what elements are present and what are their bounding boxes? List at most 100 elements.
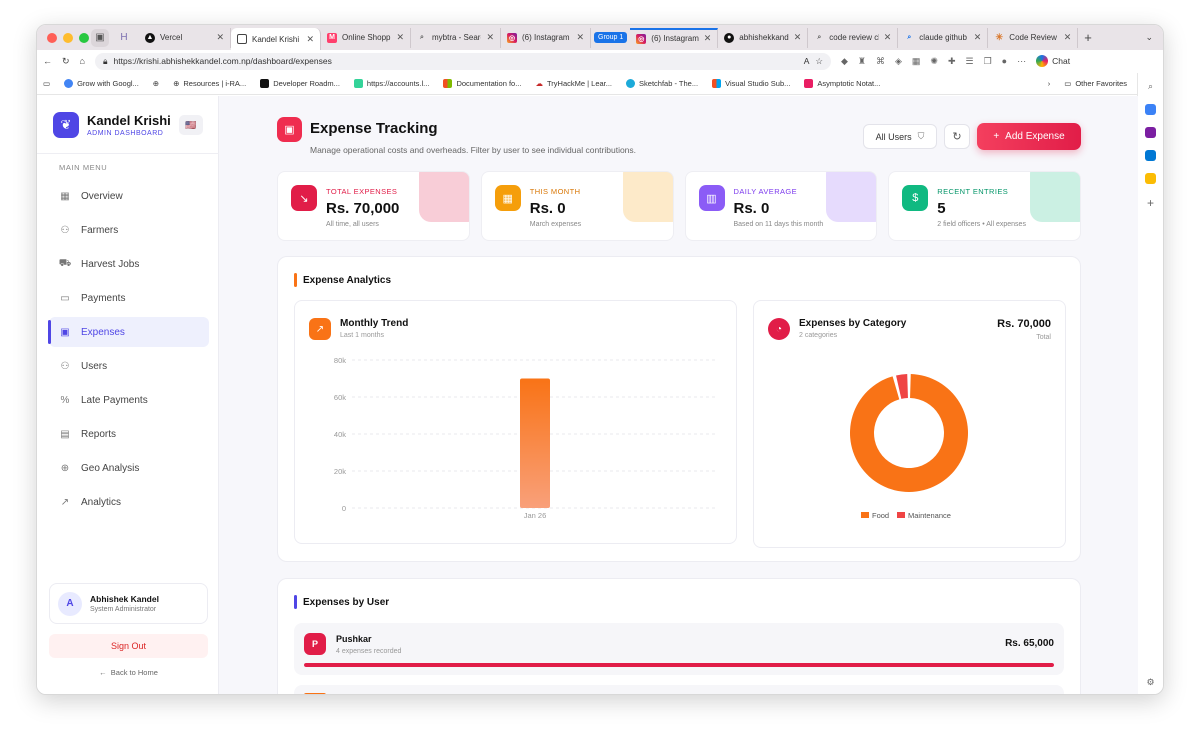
sidebar-item-payments[interactable]: ▭ Payments bbox=[49, 283, 209, 313]
chevron-right-icon[interactable]: › bbox=[1048, 79, 1051, 88]
extension-icon[interactable]: ♜ bbox=[858, 56, 866, 67]
extension-icon[interactable]: ◈ bbox=[895, 56, 902, 67]
home-icon[interactable]: ⌂ bbox=[80, 56, 85, 66]
close-tab-icon[interactable]: ✕ bbox=[216, 32, 224, 43]
outlook-icon[interactable] bbox=[1145, 150, 1156, 161]
close-tab-icon[interactable]: ✕ bbox=[396, 32, 404, 43]
add-expense-button[interactable]: + Add Expense bbox=[977, 123, 1081, 150]
bookmark-label: Grow with Googl... bbox=[77, 79, 139, 88]
user-filter-select[interactable]: All Users ⛉ bbox=[863, 124, 937, 149]
sign-out-button[interactable]: Sign Out bbox=[49, 634, 208, 658]
language-flag-button[interactable]: 🇺🇸 bbox=[179, 115, 203, 135]
tab-code-review[interactable]: ✳ Code Review - ✕ bbox=[988, 27, 1079, 48]
bookmark-item[interactable]: Developer Roadm... bbox=[260, 79, 340, 88]
report-icon: ▤ bbox=[60, 428, 70, 440]
bookmark-item[interactable]: Sketchfab - The... bbox=[626, 79, 698, 88]
tab-online-shopping[interactable]: M Online Shoppin ✕ bbox=[321, 27, 411, 48]
sidebar-item-harvest-jobs[interactable]: ⛟ Harvest Jobs bbox=[49, 249, 209, 279]
page-subtitle: Manage operational costs and overheads. … bbox=[310, 145, 637, 155]
reload-icon[interactable]: ↻ bbox=[62, 56, 70, 67]
other-favorites-folder[interactable]: ▭ Other Favorites bbox=[1064, 79, 1127, 88]
bookmark-label: Other Favorites bbox=[1075, 79, 1127, 88]
globe-icon: ⊕ bbox=[60, 462, 70, 474]
donut-slice[interactable] bbox=[850, 374, 968, 492]
pinned-tab-icon[interactable]: H bbox=[115, 29, 133, 47]
bookmark-item[interactable]: Grow with Googl... bbox=[64, 79, 139, 88]
add-icon[interactable]: + bbox=[1147, 196, 1154, 210]
extension-icon[interactable]: ✺ bbox=[930, 56, 938, 67]
tab-claude-github[interactable]: ⌕ claude github a ✕ bbox=[898, 27, 989, 48]
bookmark-label: Resources | i-RA... bbox=[183, 79, 247, 88]
extensions-puzzle-icon[interactable]: ✚ bbox=[948, 56, 956, 67]
extension-icon[interactable]: ◆ bbox=[841, 56, 848, 67]
close-tab-icon[interactable]: ✕ bbox=[576, 32, 584, 43]
tab-instagram-2[interactable]: ◎ (6) Instagram ✕ bbox=[630, 27, 719, 48]
favorites-icon[interactable]: ☰ bbox=[966, 56, 974, 67]
sidebar-item-users[interactable]: ⚇ Users bbox=[49, 351, 209, 381]
tab-kandel-krishi[interactable]: Kandel Krishi - ✕ bbox=[231, 28, 321, 50]
tab-code-review-search[interactable]: ⌕ code review cla ✕ bbox=[808, 27, 899, 48]
back-home-label: Back to Home bbox=[110, 668, 158, 677]
favorite-star-icon[interactable]: ☆ bbox=[815, 56, 823, 67]
maximize-window-button[interactable] bbox=[79, 32, 89, 43]
sidebar-item-late-payments[interactable]: % Late Payments bbox=[49, 385, 209, 415]
close-tab-icon[interactable]: ✕ bbox=[704, 33, 712, 44]
brand[interactable]: ❦ Kandel Krishi ADMIN DASHBOARD bbox=[53, 112, 171, 138]
back-to-home-link[interactable]: ← Back to Home bbox=[49, 668, 208, 677]
bar[interactable] bbox=[520, 378, 550, 509]
expense-analytics-section: Expense Analytics ↗ Monthly Trend Last 1… bbox=[277, 256, 1081, 562]
tab-instagram[interactable]: ◎ (6) Instagram ✕ bbox=[501, 27, 591, 48]
url-field[interactable]: 🔒︎ https://krishi.abhishekkandel.com.np/… bbox=[94, 52, 831, 70]
search-icon[interactable]: ⌕ bbox=[1148, 81, 1153, 92]
minimize-window-button[interactable] bbox=[63, 32, 73, 43]
shopping-tag-icon[interactable] bbox=[1145, 104, 1156, 115]
close-tab-icon[interactable]: ✕ bbox=[884, 32, 892, 43]
sidebar-item-farmers[interactable]: ⚇ Farmers bbox=[49, 215, 209, 245]
bookmark-item[interactable]: Documentation fo... bbox=[443, 79, 521, 88]
bookmark-item[interactable]: Visual Studio Sub... bbox=[712, 79, 790, 88]
more-options-icon[interactable]: ⋯ bbox=[1017, 56, 1026, 67]
notes-icon[interactable] bbox=[1145, 173, 1156, 184]
tab-group-label[interactable]: Group 1 bbox=[594, 32, 628, 43]
new-tab-icon[interactable]: + bbox=[1084, 30, 1092, 45]
back-icon[interactable]: ← bbox=[43, 56, 52, 66]
bookmark-item[interactable]: ☁ TryHackMe | Lear... bbox=[535, 79, 612, 88]
copilot-chat-button[interactable]: Chat bbox=[1036, 55, 1070, 67]
onenote-icon[interactable] bbox=[1145, 127, 1156, 138]
tab-search[interactable]: ⌕ mybtra - Searc ✕ bbox=[411, 27, 501, 48]
tab-vercel[interactable]: ▲ Vercel ✕ bbox=[139, 27, 231, 48]
refresh-button[interactable]: ↻ bbox=[944, 124, 970, 149]
close-tab-icon[interactable]: ✕ bbox=[486, 32, 494, 43]
collections-icon[interactable]: ❐ bbox=[984, 56, 992, 67]
close-tab-icon[interactable]: ✕ bbox=[1064, 32, 1072, 43]
sidebar-item-geo-analysis[interactable]: ⊕ Geo Analysis bbox=[49, 453, 209, 483]
sidebar-item-expenses[interactable]: ▣ Expenses bbox=[48, 317, 209, 347]
read-aloud-icon[interactable]: A bbox=[804, 56, 810, 66]
tab-list-chevron-icon[interactable]: ⌄ bbox=[1145, 32, 1153, 43]
sidebar-item-analytics[interactable]: ↗ Analytics bbox=[49, 487, 209, 517]
tab-github[interactable]: ● abhishekkandel ✕ bbox=[718, 27, 809, 48]
workspaces-icon[interactable]: ▣ bbox=[91, 28, 109, 47]
profile-avatar-icon[interactable]: ● bbox=[1002, 56, 1007, 66]
bookmark-item[interactable]: Asymptotic Notat... bbox=[804, 79, 880, 88]
close-tab-icon[interactable]: ✕ bbox=[974, 32, 982, 43]
extension-icon[interactable]: ▦ bbox=[912, 56, 921, 67]
extension-icon[interactable]: ⌘ bbox=[876, 56, 885, 67]
close-tab-icon[interactable]: ✕ bbox=[794, 32, 802, 43]
sidebar-item-reports[interactable]: ▤ Reports bbox=[49, 419, 209, 449]
bookmark-item[interactable]: ⊕ bbox=[153, 79, 159, 88]
settings-gear-icon[interactable]: ⚙ bbox=[1146, 677, 1154, 688]
wallet-icon: ▣ bbox=[277, 117, 302, 142]
sidebar-toggle-icon[interactable]: ▭ bbox=[43, 79, 50, 88]
bookmark-item[interactable]: https://accounts.l... bbox=[353, 79, 429, 88]
sidebar-item-overview[interactable]: ▦ Overview bbox=[49, 181, 209, 211]
stat-value: 5 bbox=[937, 200, 946, 217]
bookmark-item[interactable]: ⊕ Resources | i-RA... bbox=[173, 79, 246, 88]
user-expense-row[interactable]: P Pushkar 4 expenses recorded Rs. 65,000 bbox=[294, 623, 1064, 675]
close-window-button[interactable] bbox=[47, 32, 57, 43]
brand-subtitle: ADMIN DASHBOARD bbox=[87, 130, 164, 137]
link-icon bbox=[353, 79, 363, 88]
user-expense-row[interactable] bbox=[294, 685, 1064, 694]
user-profile-card[interactable]: A Abhishek Kandel System Administrator bbox=[49, 583, 208, 624]
close-tab-icon[interactable]: ✕ bbox=[306, 34, 314, 45]
